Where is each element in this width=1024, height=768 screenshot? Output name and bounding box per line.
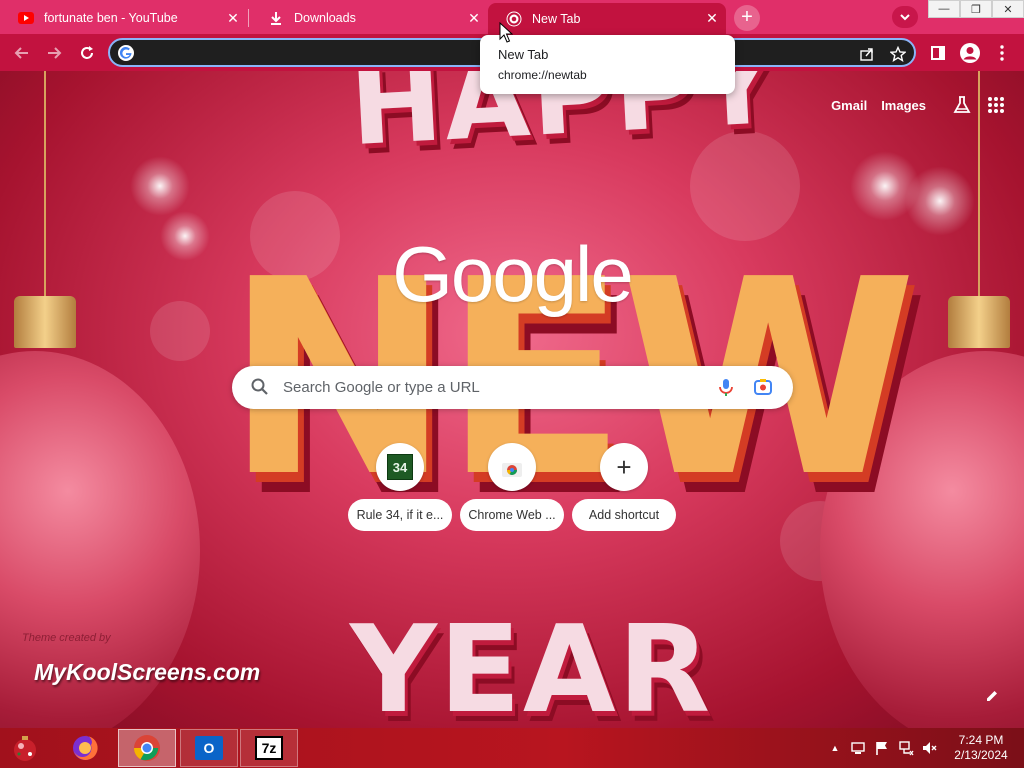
hover-card-url: chrome://newtab	[498, 68, 587, 82]
hover-card-title: New Tab	[498, 47, 549, 62]
firefox-icon	[73, 735, 98, 760]
sparkle	[160, 211, 210, 261]
taskbar-clock[interactable]: 7:24 PM 2/13/2024	[944, 733, 1018, 763]
theme-credit-link[interactable]: MyKoolScreens.com	[34, 659, 260, 686]
profile-button[interactable]	[957, 40, 983, 66]
sparkle	[905, 166, 975, 236]
ornament-string	[44, 71, 46, 299]
clock-time: 7:24 PM	[958, 733, 1004, 747]
google-logo: Google	[392, 230, 634, 318]
taskbar: O 7z ▲ 7:24 PM 2/13/2024	[0, 728, 1024, 768]
reload-button[interactable]	[74, 40, 100, 66]
tab-new-tab[interactable]: New Tab ✕	[488, 3, 726, 34]
reload-icon	[81, 46, 93, 59]
menu-button[interactable]	[989, 40, 1015, 66]
start-ornament-icon	[14, 736, 36, 761]
theme-text-year: YEAR	[350, 601, 713, 728]
clock-date: 2/13/2024	[954, 748, 1008, 762]
taskbar-firefox[interactable]	[56, 729, 114, 767]
shortcut-rule34[interactable]: 34 Rule 34, if it e...	[344, 443, 456, 535]
shortcut-favicon	[488, 443, 536, 491]
labs-flask-icon[interactable]	[950, 93, 974, 117]
outlook-icon: O	[195, 736, 223, 760]
images-link[interactable]: Images	[881, 98, 926, 113]
shortcut-label: Chrome Web ...	[460, 499, 564, 531]
plus-icon: +	[600, 443, 648, 491]
mouse-cursor-icon	[499, 22, 513, 43]
tab-youtube[interactable]: fortunate ben - YouTube ✕	[0, 2, 247, 34]
download-icon	[268, 10, 284, 26]
shortcut-label: Rule 34, if it e...	[348, 499, 452, 531]
rule34-favicon-icon: 34	[387, 454, 413, 480]
show-hidden-icons-arrow-icon[interactable]: ▲	[827, 740, 843, 756]
network-icon[interactable]	[898, 740, 914, 756]
shortcut-add[interactable]: + Add shortcut	[568, 443, 680, 535]
tab-title: New Tab	[532, 11, 581, 26]
close-icon[interactable]: ✕	[223, 8, 243, 28]
close-window-button[interactable]: ✕	[992, 0, 1024, 18]
share-icon[interactable]	[857, 44, 877, 64]
search-icon	[251, 378, 268, 395]
back-button[interactable]	[9, 40, 35, 66]
top-links: Gmail Images	[831, 93, 1008, 117]
chevron-down-icon	[900, 14, 910, 21]
side-panel-icon	[931, 46, 945, 60]
tab-separator	[248, 9, 249, 27]
taskbar-7zip[interactable]: 7z	[240, 729, 298, 767]
chrome-icon	[133, 735, 160, 761]
more-vert-icon	[1000, 45, 1004, 61]
side-panel-button[interactable]	[925, 40, 951, 66]
shortcut-chrome-web-store[interactable]: Chrome Web ...	[456, 443, 568, 535]
gmail-link[interactable]: Gmail	[831, 98, 867, 113]
sparkle	[130, 156, 190, 216]
shortcut-label: Add shortcut	[572, 499, 676, 531]
google-lens-icon[interactable]	[753, 377, 773, 397]
tab-title: Downloads	[294, 11, 356, 25]
theme-credit-small: Theme created by	[22, 632, 111, 644]
microphone-icon[interactable]	[716, 377, 736, 397]
bokeh-light	[150, 301, 210, 361]
tab-search-button[interactable]	[892, 6, 918, 28]
forward-button[interactable]	[41, 40, 67, 66]
shortcut-favicon: 34	[376, 443, 424, 491]
taskbar-outlook[interactable]: O	[180, 729, 238, 767]
new-tab-page: HAPPY NEW YEAR Gmail Images Google Searc…	[0, 71, 1024, 728]
restore-button[interactable]: ❐	[960, 0, 992, 18]
google-g-icon	[118, 45, 134, 61]
7zip-icon: 7z	[255, 736, 283, 760]
tab-title: fortunate ben - YouTube	[44, 11, 178, 25]
minimize-button[interactable]: —	[928, 0, 960, 18]
close-icon[interactable]: ✕	[464, 8, 484, 28]
taskbar-chrome[interactable]	[118, 729, 176, 767]
customize-pencil-icon[interactable]	[983, 687, 1001, 705]
avatar-icon	[960, 43, 980, 63]
search-input[interactable]: Search Google or type a URL	[283, 379, 480, 396]
chrome-web-store-icon	[502, 463, 522, 477]
close-icon[interactable]: ✕	[702, 9, 722, 29]
apps-grid-icon[interactable]	[984, 93, 1008, 117]
plus-glyph: +	[616, 451, 632, 482]
ornament-cap-left	[14, 296, 76, 348]
volume-muted-icon[interactable]	[921, 740, 937, 756]
search-box[interactable]: Search Google or type a URL	[232, 366, 793, 409]
forward-arrow-icon	[48, 47, 62, 59]
new-tab-button[interactable]: +	[734, 5, 760, 31]
start-button[interactable]	[0, 729, 50, 767]
tab-hover-card: New Tab chrome://newtab	[480, 35, 735, 94]
bookmark-star-icon[interactable]	[888, 44, 908, 64]
ornament-cap-right	[948, 296, 1010, 348]
youtube-icon	[18, 10, 34, 26]
tab-downloads[interactable]: Downloads ✕	[250, 2, 488, 34]
action-center-flag-icon[interactable]	[874, 740, 890, 756]
device-icon[interactable]	[850, 740, 866, 756]
back-arrow-icon	[14, 47, 28, 59]
window-controls: — ❐ ✕	[928, 0, 1024, 18]
